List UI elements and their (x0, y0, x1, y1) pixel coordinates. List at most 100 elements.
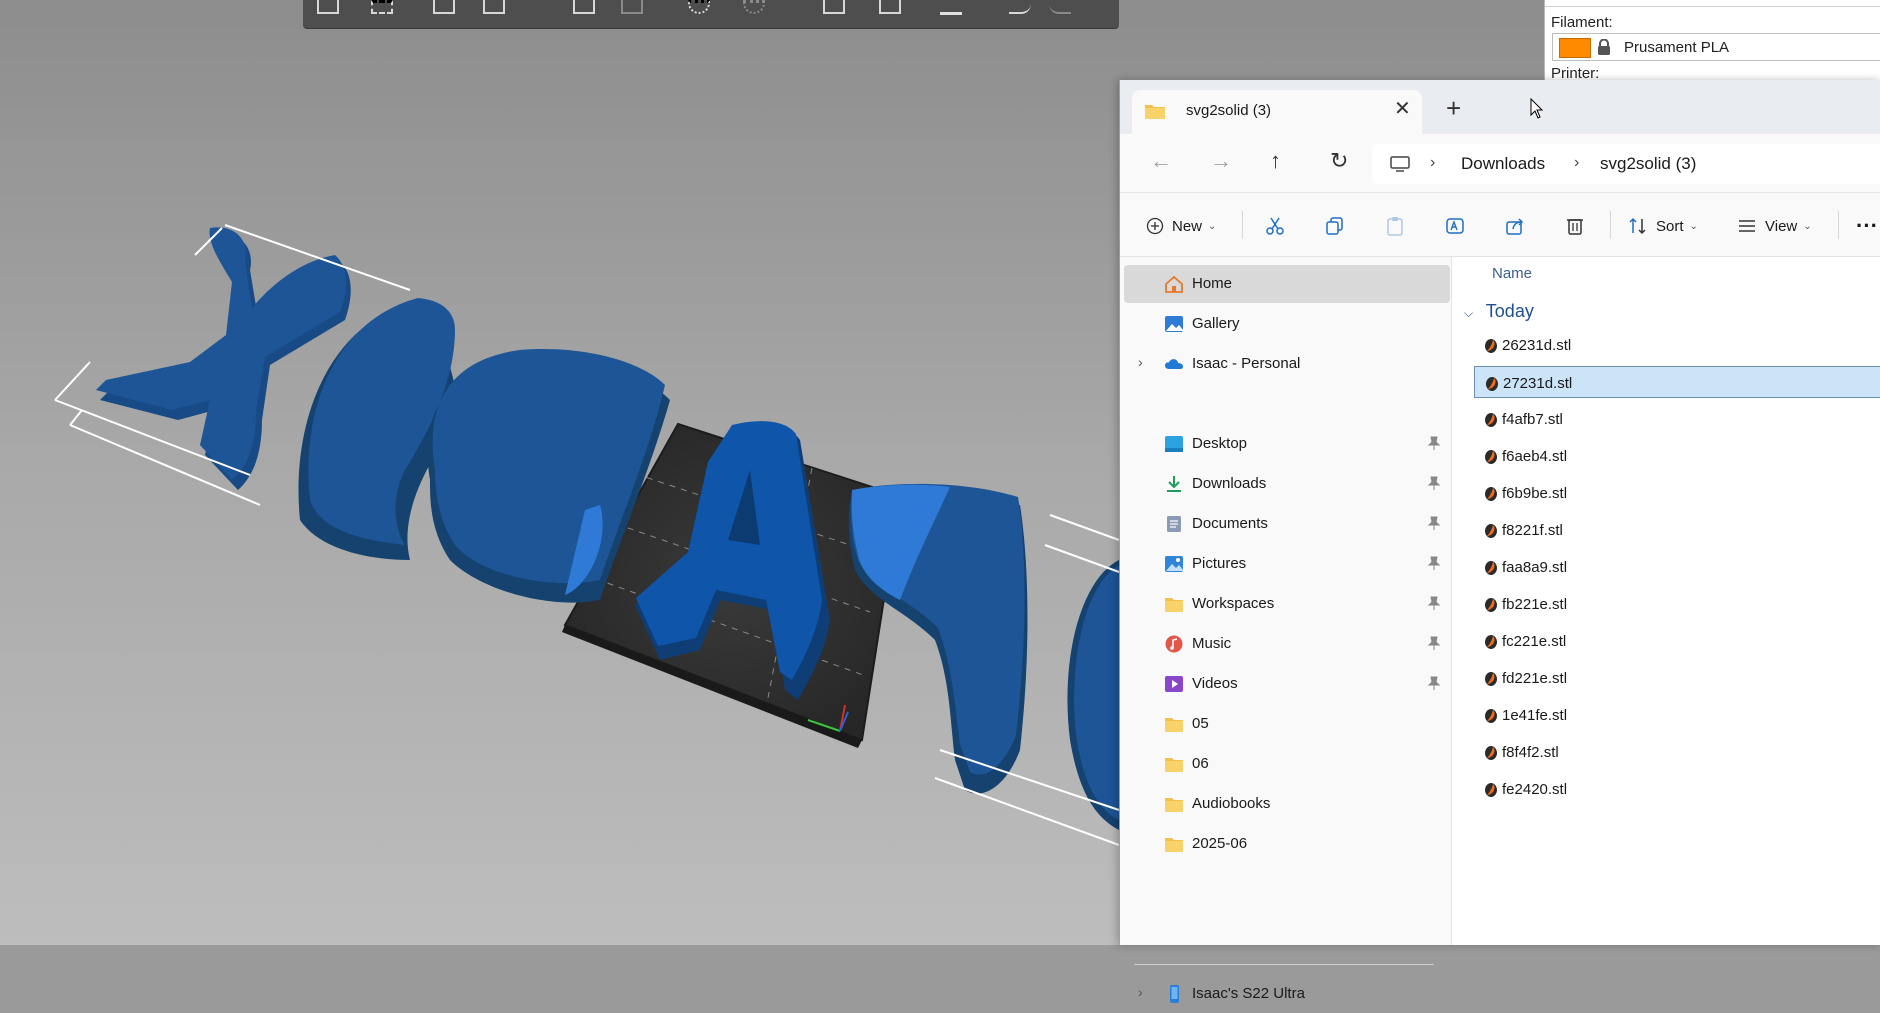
address-bar[interactable]: › Downloads › svg2solid (3) (1372, 144, 1880, 184)
sort-icon (1629, 217, 1646, 235)
file-row[interactable]: 26231d.stl (1474, 329, 1880, 361)
file-name: 27231d.stl (1503, 375, 1573, 392)
tab-svg2solid[interactable]: svg2solid (3) ✕ (1132, 90, 1422, 134)
stl-file-icon (1485, 746, 1497, 760)
sidebar-item-workspaces[interactable]: Workspaces (1124, 585, 1450, 623)
stl-file-icon (1485, 635, 1497, 649)
sidebar-item-06[interactable]: 06 (1124, 745, 1450, 783)
file-row[interactable]: fe2420.stl (1474, 773, 1880, 805)
copy-object-icon[interactable] (433, 0, 455, 14)
more-options-button[interactable]: ··· (1856, 213, 1878, 239)
stl-file-icon (1485, 709, 1497, 723)
sidebar-item-label: Downloads (1192, 475, 1267, 492)
sidebar-item-downloads[interactable]: Downloads (1124, 465, 1450, 503)
paste-button[interactable] (1385, 213, 1413, 239)
pin-icon[interactable] (1428, 636, 1440, 650)
file-row[interactable]: f8221f.stl (1474, 514, 1880, 546)
file-row[interactable]: 27231d.stl (1474, 366, 1880, 398)
forward-arrow-icon[interactable]: → (1210, 148, 1232, 174)
remove-object-icon[interactable] (371, 0, 393, 14)
arrange-icon[interactable] (483, 0, 505, 14)
file-row[interactable]: faa8a9.stl (1474, 551, 1880, 583)
file-row[interactable]: 1e41fe.stl (1474, 699, 1880, 731)
layers-icon[interactable] (940, 0, 962, 15)
undo-icon[interactable] (1009, 0, 1031, 14)
pin-icon[interactable] (1428, 676, 1440, 690)
sidebar-item-phone[interactable]: › Isaac's S22 Ultra (1124, 975, 1450, 1013)
split-icon[interactable] (879, 0, 901, 14)
sidebar-item-music[interactable]: Music (1124, 625, 1450, 663)
file-name: fb221e.stl (1502, 596, 1568, 613)
new-button-label: New (1172, 217, 1203, 235)
breadcrumb-downloads[interactable]: Downloads (1461, 154, 1545, 174)
file-row[interactable]: f4afb7.stl (1474, 403, 1880, 435)
sidebar-item-onedrive[interactable]: › Isaac - Personal (1124, 345, 1450, 383)
rotate-icon[interactable] (688, 0, 710, 14)
file-name: fc221e.stl (1502, 633, 1567, 650)
documents-icon (1167, 516, 1181, 532)
column-header-name[interactable]: Name (1492, 265, 1532, 282)
up-arrow-icon[interactable]: ↑ (1270, 148, 1281, 174)
new-tab-icon[interactable]: + (1446, 95, 1461, 121)
paste-icon[interactable] (621, 0, 643, 14)
sidebar-item-2025-06[interactable]: 2025-06 (1124, 825, 1450, 863)
sidebar-item-audiobooks[interactable]: Audiobooks (1124, 785, 1450, 823)
sidebar-item-documents[interactable]: Documents (1124, 505, 1450, 543)
sort-button[interactable]: Sort ⌄ (1628, 213, 1698, 239)
new-button[interactable]: New ⌄ (1146, 213, 1216, 239)
file-row[interactable]: fb221e.stl (1474, 588, 1880, 620)
chevron-down-icon: ⌄ (1689, 220, 1698, 232)
breadcrumb-svg2solid[interactable]: svg2solid (3) (1600, 154, 1696, 174)
file-row[interactable]: f6b9be.stl (1474, 477, 1880, 509)
scale-icon[interactable] (743, 0, 765, 14)
pin-icon[interactable] (1428, 556, 1440, 570)
stl-file-icon (1486, 377, 1498, 391)
scissors-icon (1266, 217, 1284, 235)
pin-icon[interactable] (1428, 436, 1440, 450)
cut-button[interactable] (1265, 213, 1293, 239)
sidebar-item-videos[interactable]: Videos (1124, 665, 1450, 703)
desktop-icon (1165, 436, 1183, 452)
file-row[interactable]: f8f4f2.stl (1474, 736, 1880, 768)
sidebar-item-home[interactable]: Home (1124, 265, 1450, 303)
pin-icon[interactable] (1428, 476, 1440, 490)
copy-button[interactable] (1325, 213, 1353, 239)
file-name: 26231d.stl (1502, 337, 1572, 354)
search-object-icon[interactable] (823, 0, 845, 14)
home-icon (1165, 275, 1183, 293)
file-name: f6b9be.stl (1502, 485, 1568, 502)
file-row[interactable]: fc221e.stl (1474, 625, 1880, 657)
filament-combo[interactable]: Prusament PLA (1552, 33, 1880, 61)
close-icon[interactable]: ✕ (1394, 99, 1411, 119)
add-object-icon[interactable] (317, 0, 339, 14)
sidebar-item-05[interactable]: 05 (1124, 705, 1450, 743)
pin-icon[interactable] (1428, 516, 1440, 530)
videos-icon (1165, 676, 1183, 692)
sidebar-item-label: 2025-06 (1192, 835, 1248, 852)
chevron-right-icon[interactable]: › (1138, 354, 1143, 370)
file-row[interactable]: fd221e.stl (1474, 662, 1880, 694)
share-button[interactable] (1505, 213, 1533, 239)
refresh-icon[interactable]: ↻ (1330, 148, 1348, 174)
phone-icon (1170, 985, 1179, 1003)
sidebar-item-gallery[interactable]: Gallery (1124, 305, 1450, 343)
sidebar-item-label: 05 (1192, 715, 1209, 732)
back-arrow-icon[interactable]: ← (1150, 148, 1172, 174)
pin-icon[interactable] (1428, 596, 1440, 610)
cut-icon[interactable] (573, 0, 595, 14)
chevron-right-icon[interactable]: › (1138, 984, 1143, 1000)
delete-button[interactable] (1565, 213, 1593, 239)
music-icon (1165, 635, 1183, 653)
group-header-today[interactable]: ⌵ Today (1464, 301, 1534, 322)
folder-icon (1165, 598, 1183, 612)
breadcrumb-separator: › (1574, 154, 1580, 171)
chevron-down-icon: ⌵ (1464, 306, 1474, 320)
rename-button[interactable] (1445, 213, 1473, 239)
sidebar-item-pictures[interactable]: Pictures (1124, 545, 1450, 583)
sidebar-item-desktop[interactable]: Desktop (1124, 425, 1450, 463)
breadcrumb-separator: › (1430, 154, 1436, 171)
view-button[interactable]: View ⌄ (1737, 213, 1812, 239)
redo-icon[interactable] (1049, 0, 1071, 14)
file-row[interactable]: f6aeb4.stl (1474, 440, 1880, 472)
sidebar-item-label: Documents (1192, 515, 1268, 532)
